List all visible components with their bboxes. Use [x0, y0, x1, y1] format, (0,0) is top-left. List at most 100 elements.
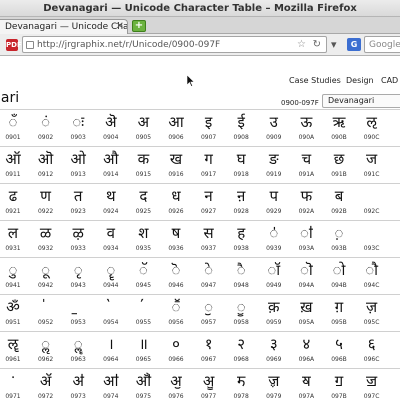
char-code: 092C [363, 208, 380, 215]
char-cell: ज 091C [355, 147, 385, 183]
char-glyph: ० [172, 335, 180, 353]
char-code: 0937 [200, 245, 217, 252]
char-glyph: ़ [334, 224, 344, 242]
char-glyph: ऑ [5, 150, 21, 168]
tab-close-icon[interactable]: ✕ [116, 20, 124, 34]
reload-icon[interactable]: ↻ [313, 37, 321, 53]
char-code: 0926 [168, 208, 184, 215]
char-code: 0979 [266, 393, 282, 400]
char-code: 0903 [70, 134, 86, 141]
char-glyph: ै [236, 261, 246, 279]
char-code: 0912 [37, 171, 54, 178]
char-cell: स 0937 [192, 221, 222, 257]
char-code: 094C [363, 282, 380, 289]
char-glyph: औ [103, 150, 119, 168]
char-code: 090A [298, 134, 315, 141]
char-cell: ग 0917 [192, 147, 222, 183]
char-code: 095C [363, 319, 380, 326]
char-glyph: ऩ [237, 187, 246, 205]
char-code: 0946 [168, 282, 184, 289]
pdf-icon[interactable]: PDF [6, 39, 22, 51]
char-code: 093A [298, 245, 315, 252]
char-code: 097C [363, 393, 380, 400]
char-cell: ऊ 090A [289, 110, 319, 146]
star-icon[interactable]: ☆ [297, 37, 306, 53]
char-code: 0908 [233, 134, 249, 141]
char-glyph: ॲ [39, 372, 52, 390]
bookmarks-dropdown-icon[interactable]: ▾ [331, 38, 341, 52]
search-engine-icon[interactable]: G [347, 38, 361, 51]
char-code: 0913 [70, 171, 86, 178]
char-code: 0904 [103, 134, 119, 141]
new-tab-button[interactable]: + [132, 20, 146, 32]
tab-strip: Devanagari — Unicode Character ... ✕ + [0, 17, 400, 34]
nav-link-case-studies[interactable]: Case Studies [289, 76, 341, 85]
nav-link-design[interactable]: Design [346, 76, 374, 85]
char-cell: आ 0906 [159, 110, 189, 146]
char-glyph: ङ [269, 150, 279, 168]
url-bar[interactable]: http://jrgraphix.net/r/Unicode/0900-097F… [22, 36, 327, 53]
char-code: 095B [331, 319, 347, 326]
char-cell: ऩ 0928 [224, 184, 254, 220]
char-cell: ः 0903 [61, 110, 91, 146]
char-cell: श 0935 [126, 221, 156, 257]
char-cell: ॡ 0961 [0, 332, 26, 368]
block-select[interactable]: Devanagari [322, 94, 400, 108]
char-glyph: ो [332, 261, 346, 279]
char-glyph: ख [169, 150, 183, 168]
char-glyph: ँ [8, 113, 18, 131]
char-cell: ॓0954 [94, 295, 124, 331]
char-glyph: अ [137, 113, 150, 131]
char-glyph: छ [333, 150, 345, 168]
char-glyph: ऒ [37, 150, 54, 168]
char-code: 0978 [233, 393, 249, 400]
char-cell: २ 0968 [224, 332, 254, 368]
char-code: 0928 [233, 208, 249, 215]
char-cell: फ 092A [289, 184, 319, 220]
char-glyph: ॐ [6, 298, 20, 316]
char-code: 0921 [5, 208, 21, 215]
char-code: 0958 [233, 319, 249, 326]
char-cell: ौ 094C [355, 258, 385, 294]
window-title: Devanagari — Unicode Character Table – M… [0, 0, 400, 17]
char-cell: ख़ 095A [289, 295, 319, 331]
char-glyph: ब [334, 187, 344, 205]
char-glyph: १ [204, 335, 213, 353]
char-cell: ॄ 0944 [94, 258, 124, 294]
char-code: 0944 [103, 282, 119, 289]
char-code: 094B [331, 282, 347, 289]
char-glyph: आ [168, 113, 184, 131]
char-cell: इ 0907 [192, 110, 222, 146]
url-text[interactable]: http://jrgraphix.net/r/Unicode/0900-097F [37, 37, 220, 53]
char-glyph: ॳ [72, 372, 84, 390]
nav-link-cad[interactable]: CAD [381, 76, 398, 85]
char-code: 0927 [200, 208, 217, 215]
char-cell: ओ 0913 [61, 147, 91, 183]
char-glyph: ॄ [106, 261, 116, 279]
char-glyph: ॊ [299, 261, 313, 279]
char-glyph: ॶ [170, 372, 182, 390]
char-code: 0941 [5, 282, 21, 289]
char-code: 0956 [168, 319, 184, 326]
char-code: 0914 [103, 171, 119, 178]
char-glyph: ु [8, 261, 18, 279]
char-cell: ण 0922 [29, 184, 59, 220]
search-input[interactable]: Google [364, 36, 400, 53]
char-cell: ढ 0921 [0, 184, 26, 220]
char-glyph: ॉ [267, 261, 281, 279]
char-code: 0922 [37, 208, 54, 215]
char-code: 090C [363, 134, 380, 141]
char-cell: ऌ 090C [355, 110, 385, 146]
tab-devanagari[interactable]: Devanagari — Unicode Character ... ✕ [0, 19, 128, 34]
char-cell: ल 0931 [0, 221, 26, 257]
char-code: 091C [363, 171, 380, 178]
char-cell: ६ 096C [355, 332, 385, 368]
char-code: 0939 [266, 245, 282, 252]
char-code: 0936 [168, 245, 184, 252]
site-identity-icon[interactable] [26, 41, 34, 49]
char-glyph: ृ [73, 261, 83, 279]
char-glyph: ऌ [366, 113, 377, 131]
char-cell: ऑ 0911 [0, 147, 26, 183]
char-glyph: व [106, 224, 115, 242]
table-row: ु 0941ू 0942ृ 0943ॄ 0944ॅ 0945ॆ 0946े 0947ै 0948… [0, 257, 400, 294]
